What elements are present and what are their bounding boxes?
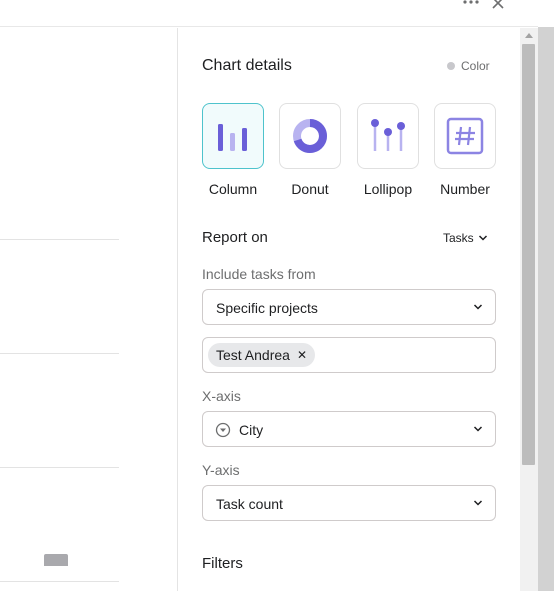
chart-bar — [44, 554, 68, 566]
color-toggle-label: Color — [461, 59, 490, 73]
report-on-value: Tasks — [443, 231, 474, 245]
project-tokens-input[interactable]: Test Andrea ✕ — [202, 337, 496, 373]
panel-title: Chart details — [202, 57, 292, 74]
scrollbar-thumb[interactable] — [522, 44, 535, 465]
chart-type-lollipop[interactable] — [357, 103, 419, 169]
color-dot-icon — [447, 62, 455, 70]
x-axis-label: X-axis — [202, 388, 241, 404]
lollipop-chart-icon — [371, 119, 405, 151]
chart-type-label-donut: Donut — [291, 181, 329, 197]
filters-heading: Filters — [202, 555, 243, 572]
close-icon[interactable] — [490, 0, 506, 11]
column-chart-icon — [218, 124, 247, 151]
chart-type-column[interactable] — [202, 103, 264, 169]
top-bar — [0, 0, 538, 27]
window-edge-top — [538, 0, 554, 27]
project-token-label: Test Andrea — [216, 347, 290, 363]
chart-type-number[interactable] — [434, 103, 496, 169]
chart-type-donut[interactable] — [279, 103, 341, 169]
chart-type-label-column: Column — [208, 181, 258, 197]
chart-canvas — [0, 28, 177, 591]
number-chart-icon — [446, 117, 484, 155]
chevron-down-icon — [473, 304, 483, 310]
include-tasks-select[interactable]: Specific projects — [202, 289, 496, 325]
include-tasks-label: Include tasks from — [202, 266, 316, 282]
color-toggle[interactable]: Color — [447, 58, 490, 74]
y-axis-value: Task count — [216, 496, 283, 512]
chart-gridline — [0, 467, 119, 468]
report-on-dropdown[interactable]: Tasks — [443, 230, 488, 246]
chart-gridline — [0, 581, 119, 582]
chart-gridline — [0, 353, 119, 354]
chart-type-label-number: Number — [440, 181, 490, 197]
scroll-up-arrow-icon[interactable] — [525, 33, 533, 38]
report-on-label: Report on — [202, 229, 268, 246]
donut-chart-icon — [293, 119, 327, 153]
chevron-down-icon — [473, 500, 483, 506]
remove-token-icon[interactable]: ✕ — [297, 349, 307, 361]
x-axis-select[interactable]: City — [202, 411, 496, 447]
chart-type-label-lollipop: Lollipop — [363, 181, 413, 197]
x-axis-value: City — [239, 422, 264, 438]
y-axis-select[interactable]: Task count — [202, 485, 496, 521]
chevron-down-icon — [478, 235, 487, 241]
chart-gridline — [0, 239, 119, 240]
project-token: Test Andrea ✕ — [208, 343, 315, 367]
include-tasks-value: Specific projects — [216, 300, 318, 316]
y-axis-label: Y-axis — [202, 462, 240, 478]
window-edge — [538, 0, 554, 591]
dropdown-field-icon — [215, 422, 231, 438]
chevron-down-icon — [473, 426, 483, 432]
more-horizontal-icon[interactable] — [461, 0, 481, 12]
